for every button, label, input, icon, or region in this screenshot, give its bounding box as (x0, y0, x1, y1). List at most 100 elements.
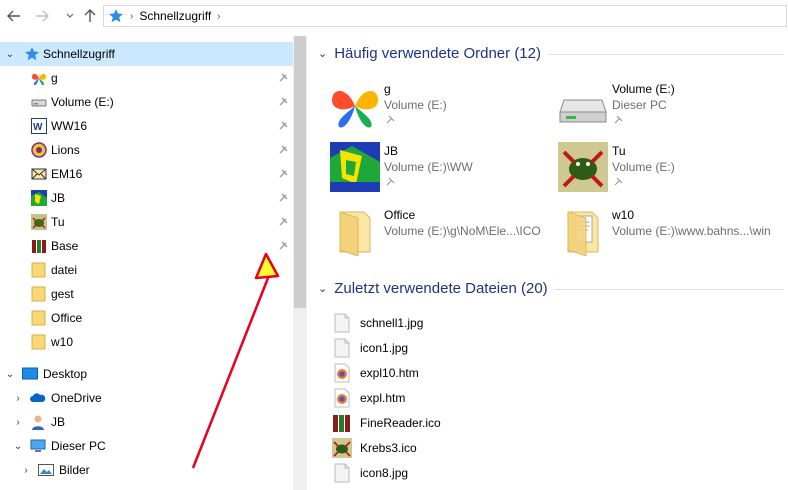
nav-item-label: Dieser PC (51, 439, 106, 453)
navigation-pane: ⌄ Schnellzugriff g Volume (E:) W WW16 Li… (0, 36, 293, 490)
nav-item-quick-access[interactable]: ⌄ Schnellzugriff (0, 42, 293, 66)
nav-item-label: Office (51, 311, 83, 325)
chevron-down-icon (66, 13, 74, 18)
file-row[interactable]: expl10.htm (332, 362, 419, 384)
pin-icon[interactable] (277, 96, 289, 108)
breadcrumb-item[interactable]: Schnellzugriff (139, 9, 211, 23)
group-divider (554, 289, 784, 290)
nav-item-label: Base (51, 239, 79, 253)
nav-item-label: JB (51, 191, 66, 205)
chevron-right-icon[interactable]: › (12, 417, 24, 428)
file-row[interactable]: expl.htm (332, 387, 405, 409)
scrollbar-thumb[interactable] (294, 36, 306, 308)
chevron-down-icon[interactable]: ⌄ (4, 369, 16, 380)
pin-icon[interactable] (385, 177, 395, 187)
file-row[interactable]: schnell1.jpg (332, 312, 423, 334)
nav-item-g[interactable]: g (0, 66, 293, 90)
nav-item-this-pc[interactable]: ⌄ Dieser PC (0, 434, 293, 458)
pin-icon[interactable] (277, 72, 289, 84)
up-button[interactable] (80, 6, 100, 26)
folder-tile-g[interactable]: g Volume (E:) (330, 80, 550, 136)
recent-locations-button[interactable] (60, 6, 80, 26)
pin-icon[interactable] (277, 216, 289, 228)
file-name: schnell1.jpg (360, 316, 424, 330)
forward-button[interactable] (32, 6, 52, 26)
pin-icon[interactable] (613, 115, 623, 125)
pin-icon[interactable] (277, 168, 289, 180)
pin-icon[interactable] (277, 120, 289, 132)
file-row[interactable]: FineReader.ico (332, 412, 441, 434)
file-name: Krebs3.ico (360, 441, 417, 455)
nav-item-label: w10 (51, 335, 74, 349)
pin-icon[interactable] (277, 144, 289, 156)
nav-item-w10[interactable]: w10 (0, 330, 293, 354)
folder-tile-office[interactable]: Office Volume (E:)\g\NoM\Ele...\ICO (330, 206, 550, 262)
file-name: icon1.jpg (360, 341, 409, 355)
pin-icon[interactable] (277, 192, 289, 204)
pin-icon[interactable] (613, 177, 623, 187)
nav-scrollbar[interactable] (293, 36, 307, 490)
folder-tile-w10[interactable]: w10 Volume (E:)\www.bahns...\win (558, 206, 778, 262)
chevron-down-icon[interactable]: ⌄ (4, 49, 16, 60)
nav-item-em16[interactable]: EM16 (0, 162, 293, 186)
drive-icon (31, 99, 47, 107)
nav-item-label: WW16 (51, 119, 87, 133)
tile-name: Tu (612, 144, 626, 158)
file-name: expl10.htm (360, 366, 419, 380)
nav-item-label: Bilder (59, 463, 90, 477)
nav-item-ww16[interactable]: W WW16 (0, 114, 293, 138)
books-icon (32, 240, 46, 253)
breadcrumb-separator[interactable]: › (130, 11, 133, 22)
nav-item-base[interactable]: Base (0, 234, 293, 258)
pictures-icon (38, 464, 54, 476)
firefox-icon (334, 363, 350, 383)
file-row[interactable]: icon8.jpg (332, 462, 408, 484)
file-row[interactable]: Krebs3.ico (332, 437, 417, 459)
tile-location: Volume (E:) (384, 98, 447, 112)
tile-name: JB (384, 144, 399, 158)
folder-icon (31, 262, 46, 278)
group-header-recent-files[interactable]: ⌄ Zuletzt verwendete Dateien (20) (318, 280, 548, 297)
folder-icon (31, 286, 46, 302)
chevron-right-icon[interactable]: › (12, 393, 24, 404)
address-bar[interactable]: › Schnellzugriff › (103, 5, 787, 27)
chevron-right-icon[interactable]: › (20, 465, 32, 476)
drive-icon (559, 99, 607, 123)
nav-item-lions[interactable]: Lions (0, 138, 293, 162)
nav-item-jb[interactable]: JB (0, 186, 293, 210)
file-name: expl.htm (360, 391, 406, 405)
nav-item-office[interactable]: Office (0, 306, 293, 330)
pin-icon[interactable] (277, 240, 289, 252)
butterfly-icon (32, 73, 46, 86)
group-header-label: Zuletzt verwendete Dateien (20) (334, 280, 548, 297)
nav-item-gest[interactable]: gest (0, 282, 293, 306)
folder-tile-volume-e[interactable]: Volume (E:) Dieser PC (558, 80, 778, 136)
folder-icon (567, 211, 599, 256)
nav-item-datei[interactable]: datei (0, 258, 293, 282)
chevron-down-icon[interactable]: ⌄ (318, 47, 327, 60)
tile-name: g (384, 82, 391, 96)
group-header-frequent-folders[interactable]: ⌄ Häufig verwendete Ordner (12) (318, 45, 541, 62)
pin-icon[interactable] (385, 115, 395, 125)
chevron-down-icon[interactable]: ⌄ (318, 282, 327, 295)
folder-icon (339, 211, 371, 256)
nav-item-pictures[interactable]: › Bilder (0, 458, 293, 482)
pc-icon (30, 439, 46, 452)
nav-item-onedrive[interactable]: › OneDrive (0, 386, 293, 410)
nav-item-tu[interactable]: Tu (0, 210, 293, 234)
nav-item-desktop[interactable]: ⌄ Desktop (0, 362, 293, 386)
back-button[interactable] (4, 6, 24, 26)
desktop-icon (22, 367, 38, 380)
file-row[interactable]: icon1.jpg (332, 337, 408, 359)
folder-tile-tu[interactable]: Tu Volume (E:) (558, 142, 778, 198)
breadcrumb-separator[interactable]: › (217, 11, 220, 22)
nav-item-volume-e[interactable]: Volume (E:) (0, 90, 293, 114)
content-pane: ⌄ Häufig verwendete Ordner (12) g Volume… (310, 36, 788, 490)
folder-tile-jb[interactable]: JB Volume (E:)\WW (330, 142, 550, 198)
nav-item-user-jb[interactable]: › JB (0, 410, 293, 434)
chevron-down-icon[interactable]: ⌄ (12, 441, 24, 452)
image-file-icon (334, 463, 350, 483)
nav-item-label: datei (51, 263, 78, 277)
image-file-icon (334, 313, 350, 333)
address-toolbar: › Schnellzugriff › (0, 0, 788, 34)
